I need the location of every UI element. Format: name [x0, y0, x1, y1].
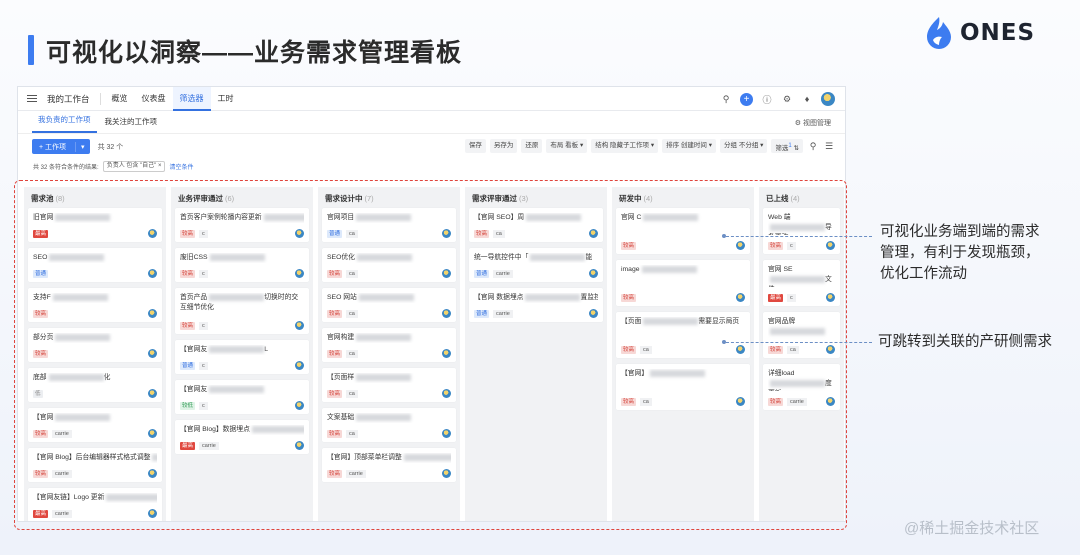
watermark: @稀土掘金技术社区 [904, 520, 1040, 537]
title-accent-bar [28, 35, 34, 65]
tab-filter[interactable]: 筛选器 [172, 87, 211, 111]
list-settings-icon[interactable]: ☰ [823, 140, 835, 152]
restore-button[interactable]: 还原 [521, 139, 543, 153]
brand-name: ONES [960, 20, 1036, 46]
filter-tag[interactable]: 负责人 包含 "自己" × [102, 161, 166, 172]
sort-select[interactable]: 排序 创建时间 ▾ [662, 139, 716, 153]
view-tabs: 我负责的工作项 我关注的工作项 ⚙ 视图管理 [18, 111, 845, 134]
group-select[interactable]: 分组 不分组 ▾ [720, 139, 768, 153]
search-icon[interactable]: ⚲ [720, 93, 732, 105]
filter-summary: 共 32 条符合条件的结果: 负责人 包含 "自己" × 清空条件 [33, 161, 194, 172]
toolbar: + 工作项 ▾ 共 32 个 保存 另存为 还原 布局 看板 ▾ 结构 隐藏子工… [18, 134, 845, 159]
bell-icon[interactable]: ♦ [801, 93, 813, 105]
callout-jump: 可跳转到关联的产研侧需求 [878, 334, 1052, 350]
filter-button[interactable]: 筛选1 ⇅ [771, 139, 803, 153]
tab-overview[interactable]: 概览 [105, 87, 135, 111]
search-icon[interactable]: ⚲ [807, 140, 819, 152]
add-icon[interactable]: + [740, 92, 753, 106]
help-icon[interactable]: ⓘ [761, 93, 773, 105]
tab-my-items[interactable]: 我负责的工作项 [32, 114, 97, 133]
tab-followed-items[interactable]: 我关注的工作项 [99, 116, 164, 133]
brand-logo: ONES [924, 16, 1035, 50]
callout-line [726, 236, 872, 237]
structure-select[interactable]: 结构 隐藏子工作项 ▾ [591, 139, 659, 153]
callout-visualize: 可视化业务端到端的需求 管理，有利于发现瓶颈， 优化工作流动 [880, 224, 1040, 282]
menu-icon[interactable] [27, 95, 37, 102]
clear-filter-link[interactable]: 清空条件 [169, 162, 193, 171]
create-item-button[interactable]: + 工作项 ▾ [32, 139, 90, 154]
tab-timesheet[interactable]: 工时 [211, 87, 241, 111]
item-count: 共 32 个 [97, 143, 124, 151]
top-nav: 我的工作台 概览 仪表盘 筛选器 工时 ⚲ + ⓘ ⚙ ♦ [18, 87, 845, 111]
layout-select[interactable]: 布局 看板 ▾ [546, 139, 588, 153]
workspace-title[interactable]: 我的工作台 [47, 93, 90, 105]
slide-title: 可视化以洞察——业务需求管理看板 [46, 39, 463, 67]
save-button[interactable]: 保存 [464, 139, 486, 153]
tab-dashboard[interactable]: 仪表盘 [135, 87, 173, 111]
view-manage-button[interactable]: ⚙ 视图管理 [795, 118, 831, 128]
chevron-down-icon[interactable]: ▾ [76, 143, 90, 151]
filter-badge: 1 [788, 143, 792, 149]
callout-line [726, 342, 872, 343]
highlight-box [14, 180, 847, 530]
avatar[interactable] [821, 92, 835, 106]
gear-icon[interactable]: ⚙ [781, 93, 793, 105]
ones-logo-icon [927, 17, 951, 49]
save-as-button[interactable]: 另存为 [489, 139, 518, 153]
